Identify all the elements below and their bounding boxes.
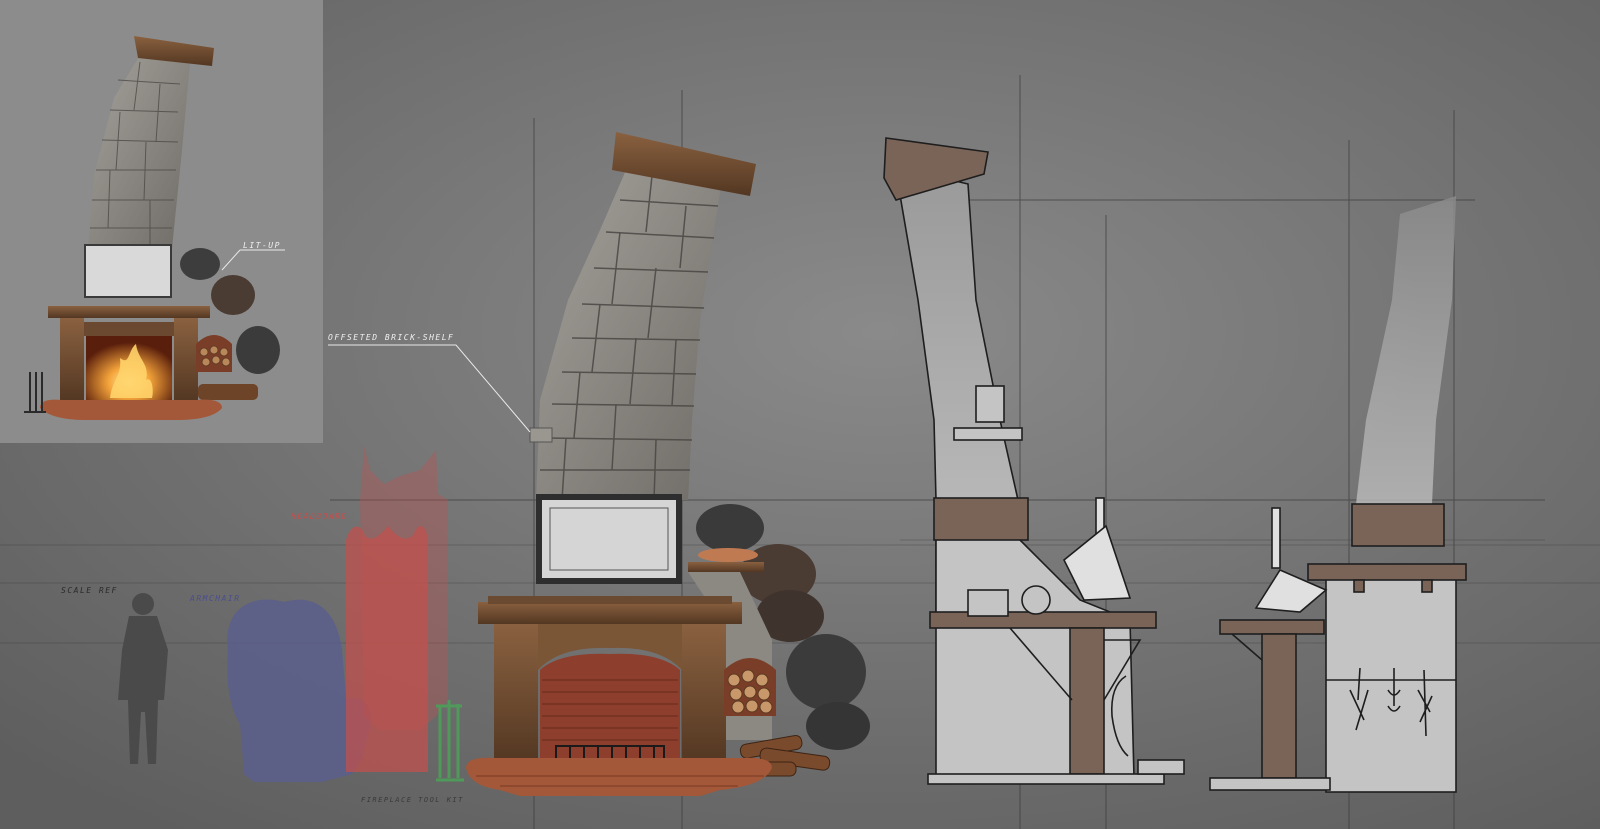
inset-pot-top (180, 248, 220, 280)
main-pot-bottom (806, 702, 870, 750)
section-clip-left (1353, 579, 1365, 593)
side-frame-round (1021, 585, 1051, 615)
main-niche-logs (727, 669, 773, 714)
main-bowl (698, 548, 758, 562)
main-right-pillar (682, 624, 726, 764)
main-brick-shelf (529, 427, 553, 443)
main-mantel (478, 602, 742, 624)
annotation-scale-ref: SCALE REF (61, 586, 118, 595)
main-side-shelf (688, 562, 764, 572)
side-small-shelf (953, 427, 1023, 441)
annotation-fireplace-tool-kit: FIREPLACE TOOL KIT (361, 796, 464, 804)
section-post (1261, 633, 1297, 779)
side-front-post (1069, 627, 1105, 775)
lit-up-inset (0, 0, 323, 443)
main-plaque (542, 500, 676, 578)
inset-left-pillar (60, 318, 84, 402)
inset-log-pile (198, 384, 258, 400)
section-beam (1351, 503, 1445, 547)
main-firebox (540, 653, 680, 758)
inset-right-pillar (174, 318, 198, 402)
section-clip-right (1421, 579, 1433, 593)
section-mantel (1307, 563, 1467, 581)
main-pot-top (696, 504, 764, 552)
side-base (927, 773, 1165, 785)
main-left-pillar (494, 624, 538, 764)
side-mantel (929, 611, 1157, 629)
section-base (1209, 777, 1331, 791)
annotation-offseted-brick-shelf: OFFSETED BRICK-SHELF (328, 333, 455, 342)
inset-logs (199, 345, 231, 367)
headboard-silhouette (346, 526, 428, 772)
inset-mantel (48, 306, 210, 318)
annotation-lit-up: LIT-UP (243, 241, 281, 250)
inset-hearth (40, 399, 222, 420)
side-plaque (975, 385, 1005, 423)
concept-sheet-canvas (0, 0, 1600, 829)
main-mantel-trim (488, 596, 732, 604)
section-body (1325, 573, 1457, 793)
section-shelf (1219, 619, 1325, 635)
side-frame-rect (967, 589, 1009, 617)
side-base-ledge (1137, 759, 1185, 775)
inset-plaque (84, 244, 172, 298)
main-pot-large (786, 634, 866, 710)
annotation-armchair: ARMCHAIR (190, 594, 241, 603)
annotation-headboard: HEADBOARD (291, 512, 348, 521)
inset-pot-mid (211, 275, 255, 315)
inset-arch-beam (84, 322, 174, 336)
inset-pot-low (236, 326, 280, 374)
side-beam (933, 497, 1029, 541)
